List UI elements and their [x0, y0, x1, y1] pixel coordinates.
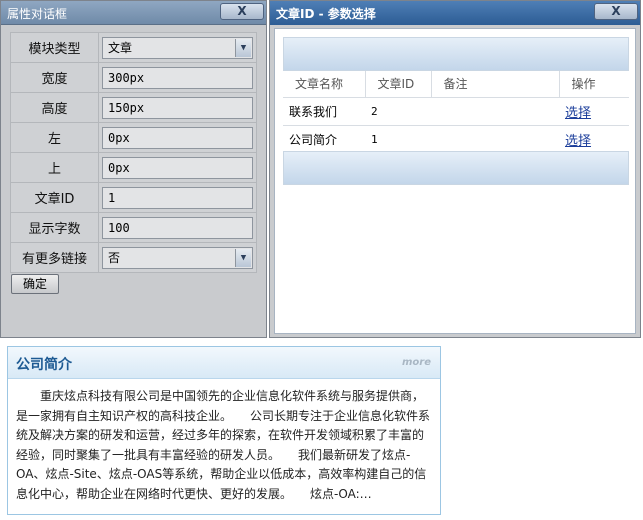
close-icon[interactable]: X	[594, 3, 638, 20]
field-label: 高度	[10, 92, 99, 123]
property-table: 模块类型 文章 ▼ 宽度 300px 高度 150px 左 0px 上 0px …	[10, 32, 257, 273]
field-label: 显示字数	[10, 212, 99, 243]
property-dialog: 属性对话框 X 模块类型 文章 ▼ 宽度 300px 高度 150px 左 0p…	[0, 0, 267, 338]
grid-footer	[283, 151, 629, 185]
column-header-note: 备注	[431, 71, 560, 98]
article-note-cell	[431, 97, 559, 126]
module-type-select[interactable]: 文章 ▼	[102, 36, 253, 59]
select-dialog-title: 文章ID - 参数选择	[276, 7, 376, 21]
article-table: 文章名称 文章ID 备注 操作 联系我们 2 选择 公司简介 1 选择	[283, 71, 629, 154]
top-input[interactable]: 0px	[102, 156, 253, 179]
column-header-action: 操作	[559, 71, 629, 98]
field-label: 有更多链接	[10, 242, 99, 273]
panel-body-text: 重庆炫点科技有限公司是中国领先的企业信息化软件系统与服务提供商，是一家拥有自主知…	[16, 389, 431, 501]
panel-title: 公司简介	[16, 357, 72, 373]
property-row-module-type: 模块类型 文章 ▼	[10, 32, 257, 63]
ok-button[interactable]: 确定	[11, 274, 59, 294]
property-row-height: 高度 150px	[10, 92, 257, 123]
property-dialog-title: 属性对话框	[7, 7, 68, 21]
article-id-select-dialog: 文章ID - 参数选择 X 文章名称 文章ID 备注 操作 联系我们 2 选择 …	[269, 0, 641, 338]
select-link[interactable]: 选择	[565, 134, 591, 149]
field-label: 左	[10, 122, 99, 153]
more-link-value: 否	[108, 250, 121, 265]
select-dialog-titlebar[interactable]: 文章ID - 参数选择 X	[270, 1, 640, 25]
close-icon[interactable]: X	[220, 3, 264, 20]
panel-header: 公司简介 more	[8, 347, 440, 379]
article-id-cell: 1	[365, 125, 431, 154]
article-name-cell: 公司简介	[283, 125, 365, 154]
article-id-input[interactable]: 1	[102, 186, 253, 209]
column-header-id: 文章ID	[365, 71, 432, 98]
property-row-left: 左 0px	[10, 122, 257, 153]
property-row-top: 上 0px	[10, 152, 257, 183]
more-link[interactable]: more	[402, 357, 431, 368]
company-intro-panel: 公司简介 more 重庆炫点科技有限公司是中国领先的企业信息化软件系统与服务提供…	[7, 346, 441, 515]
table-row: 联系我们 2 选择	[283, 97, 629, 126]
field-label: 上	[10, 152, 99, 183]
table-row: 公司简介 1 选择	[283, 125, 629, 154]
width-input[interactable]: 300px	[102, 66, 253, 89]
property-row-char-count: 显示字数 100	[10, 212, 257, 243]
article-name-cell: 联系我们	[283, 97, 365, 126]
field-label: 模块类型	[10, 32, 99, 63]
module-type-value: 文章	[108, 40, 133, 55]
property-row-more-link: 有更多链接 否 ▼	[10, 242, 257, 273]
property-row-article-id: 文章ID 1	[10, 182, 257, 213]
column-header-name: 文章名称	[283, 71, 366, 98]
field-label: 宽度	[10, 62, 99, 93]
field-label: 文章ID	[10, 182, 99, 213]
property-row-width: 宽度 300px	[10, 62, 257, 93]
char-count-input[interactable]: 100	[102, 216, 253, 239]
height-input[interactable]: 150px	[102, 96, 253, 119]
select-dialog-content: 文章名称 文章ID 备注 操作 联系我们 2 选择 公司简介 1 选择	[274, 28, 636, 334]
select-link[interactable]: 选择	[565, 106, 591, 121]
left-input[interactable]: 0px	[102, 126, 253, 149]
article-note-cell	[431, 125, 559, 154]
chevron-down-icon[interactable]: ▼	[235, 248, 251, 267]
more-link-select[interactable]: 否 ▼	[102, 246, 253, 269]
property-dialog-titlebar[interactable]: 属性对话框 X	[1, 1, 266, 25]
chevron-down-icon[interactable]: ▼	[235, 38, 251, 57]
grid-toolbar	[283, 37, 629, 71]
table-header: 文章名称 文章ID 备注 操作	[283, 71, 629, 98]
article-id-cell: 2	[365, 97, 431, 126]
